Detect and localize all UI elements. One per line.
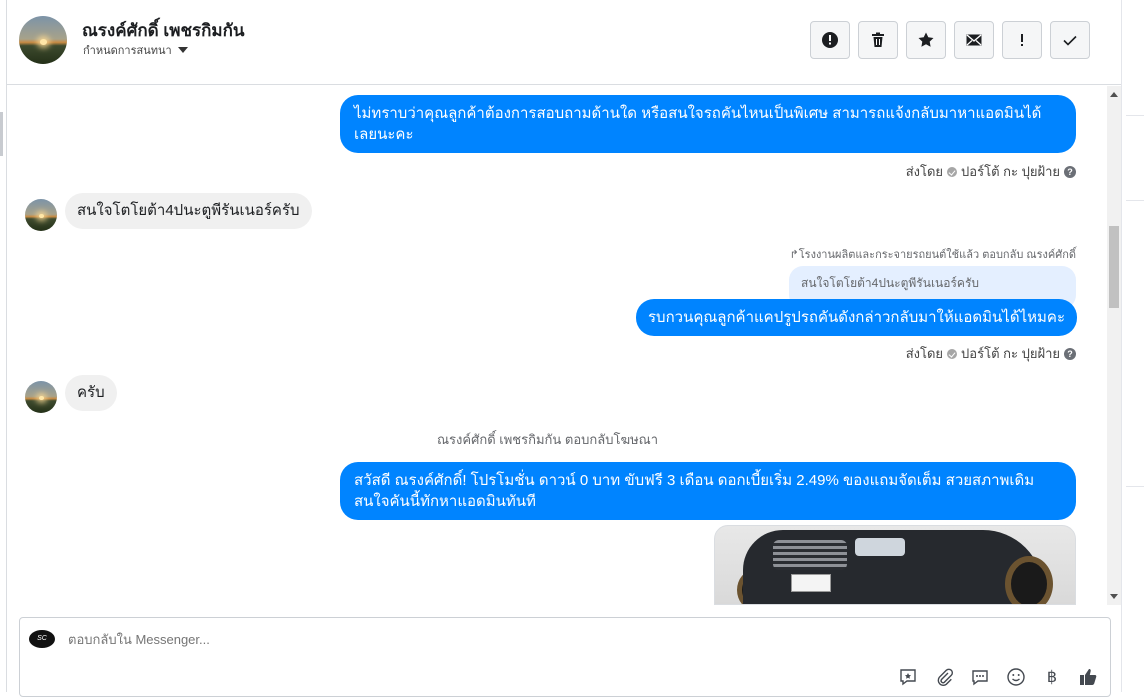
conversation-actions (810, 21, 1090, 59)
assign-conversation-dropdown[interactable]: กำหนดการสนทนา (83, 41, 188, 59)
check-circle-icon (947, 348, 958, 359)
right-panel-divider (1126, 200, 1144, 201)
right-panel-divider (1126, 115, 1144, 116)
help-icon[interactable]: ? (1064, 347, 1076, 360)
caret-down-icon (177, 47, 188, 53)
scroll-down-arrow[interactable] (1110, 594, 1118, 599)
help-icon[interactable]: ? (1064, 165, 1076, 178)
contact-avatar[interactable] (19, 16, 67, 64)
left-panel-edge (0, 0, 7, 692)
ad-reply-note: ณรงค์ศักดิ์ เพชรกิมกัน ตอบกลับโฆษณา (437, 432, 659, 447)
star-icon (918, 32, 934, 47)
envelope-icon (966, 34, 982, 46)
sent-by-line: ส่งโดย ปอร์โต้ กะ ปุยฝ้าย ? (906, 343, 1076, 364)
messenger-inbox-window: ณรงค์ศักดิ์ เพชรกิมกัน กำหนดการสนทนา ไม่… (0, 0, 1144, 697)
scroll-up-arrow[interactable] (1110, 92, 1118, 97)
star-button[interactable] (906, 21, 946, 59)
saved-reply-icon[interactable] (897, 666, 919, 688)
assign-conversation-label: กำหนดการสนทนา (83, 45, 172, 57)
sender-name[interactable]: ปอร์โต้ กะ ปุยฝ้าย (961, 343, 1060, 364)
car-photo[interactable] (714, 525, 1076, 605)
scrollbar-thumb[interactable] (1109, 226, 1119, 308)
follow-up-button[interactable] (1002, 21, 1042, 59)
sent-by-label: ส่งโดย (905, 346, 944, 361)
message-thread[interactable]: ไม่ทราบว่าคุณลูกค้าต้องการสอบถามด้านใด ห… (7, 86, 1121, 605)
sent-by-line: ส่งโดย ปอร์โต้ กะ ปุยฝ้าย ? (906, 161, 1076, 182)
mark-unread-button[interactable] (954, 21, 994, 59)
outgoing-message[interactable]: สวัสดี ณรงค์ศักดิ์! โปรโมชั่น ดาวน์ 0 บา… (340, 462, 1076, 520)
reply-composer: SC ฿ (19, 617, 1111, 697)
composer-tools: ฿ (897, 666, 1099, 688)
sent-by-label: ส่งโดย (905, 164, 944, 179)
thread-scrollbar[interactable] (1107, 86, 1121, 605)
reply-arrow-icon: ↱ (789, 249, 799, 261)
like-icon[interactable] (1077, 666, 1099, 688)
right-panel-edge (1121, 0, 1144, 692)
conversation-header: ณรงค์ศักดิ์ เพชรกิมกัน กำหนดการสนทนา (7, 0, 1121, 85)
contact-avatar[interactable] (25, 199, 57, 231)
incoming-message[interactable]: ครับ (65, 375, 117, 411)
exclamation-circle-icon (822, 32, 838, 48)
attachment-icon[interactable] (933, 666, 955, 688)
mark-done-button[interactable] (1050, 21, 1090, 59)
contact-avatar[interactable] (25, 381, 57, 413)
right-panel-divider (1126, 486, 1144, 487)
reply-input[interactable] (68, 632, 668, 647)
reply-context-label: ↱โรงงานผลิตและกระจายรถยนต์ใช้แล้ว ตอบกลั… (790, 245, 1076, 263)
reply-context-text: โรงงานผลิตและกระจายรถยนต์ใช้แล้ว ตอบกลับ… (798, 249, 1076, 261)
check-circle-icon (947, 166, 958, 177)
check-icon (1063, 35, 1077, 46)
left-panel-marker (0, 112, 3, 156)
contact-name[interactable]: ณรงค์ศักดิ์ เพชรกิมกัน (82, 17, 245, 44)
trash-icon (872, 32, 884, 47)
outgoing-message[interactable]: ไม่ทราบว่าคุณลูกค้าต้องการสอบถามด้านใด ห… (340, 95, 1076, 153)
outgoing-message[interactable]: รบกวนคุณลูกค้าแคปรูปรถคันดังกล่าวกลับมาใ… (636, 299, 1078, 336)
incoming-message[interactable]: สนใจโตโยต้า4ปนะตูพีรันเนอร์ครับ (65, 193, 312, 229)
baht-icon[interactable]: ฿ (1041, 666, 1063, 688)
emoji-icon[interactable] (1005, 666, 1027, 688)
page-logo: SC (29, 630, 55, 648)
exclamation-icon (1021, 34, 1023, 46)
comment-icon[interactable] (969, 666, 991, 688)
delete-button[interactable] (858, 21, 898, 59)
mark-spam-button[interactable] (810, 21, 850, 59)
sender-name[interactable]: ปอร์โต้ กะ ปุยฝ้าย (961, 161, 1060, 182)
